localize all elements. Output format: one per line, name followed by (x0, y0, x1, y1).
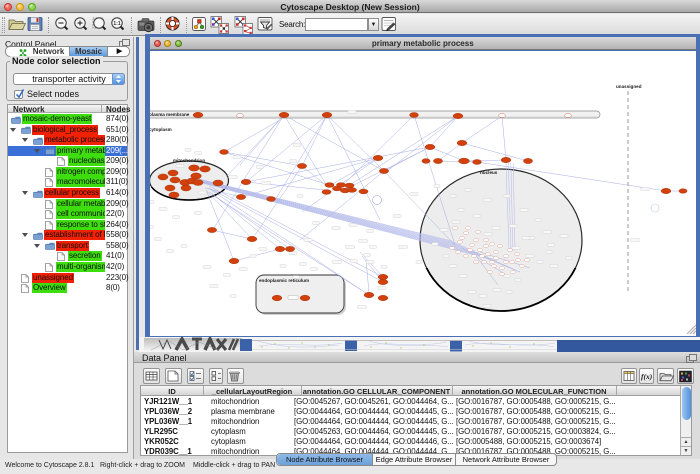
svg-text:nucleus: nucleus (480, 170, 498, 175)
svg-text:unassigned: unassigned (616, 84, 642, 89)
svg-text:f(x): f(x) (641, 372, 653, 381)
svg-text:plasma membrane: plasma membrane (149, 112, 190, 117)
svg-text:1:1: 1:1 (113, 21, 120, 27)
svg-text:cytoplasm: cytoplasm (149, 127, 172, 132)
svg-text:endoplasmic reticulum: endoplasmic reticulum (259, 278, 309, 283)
svg-text:mitochondrion: mitochondrion (173, 158, 205, 163)
